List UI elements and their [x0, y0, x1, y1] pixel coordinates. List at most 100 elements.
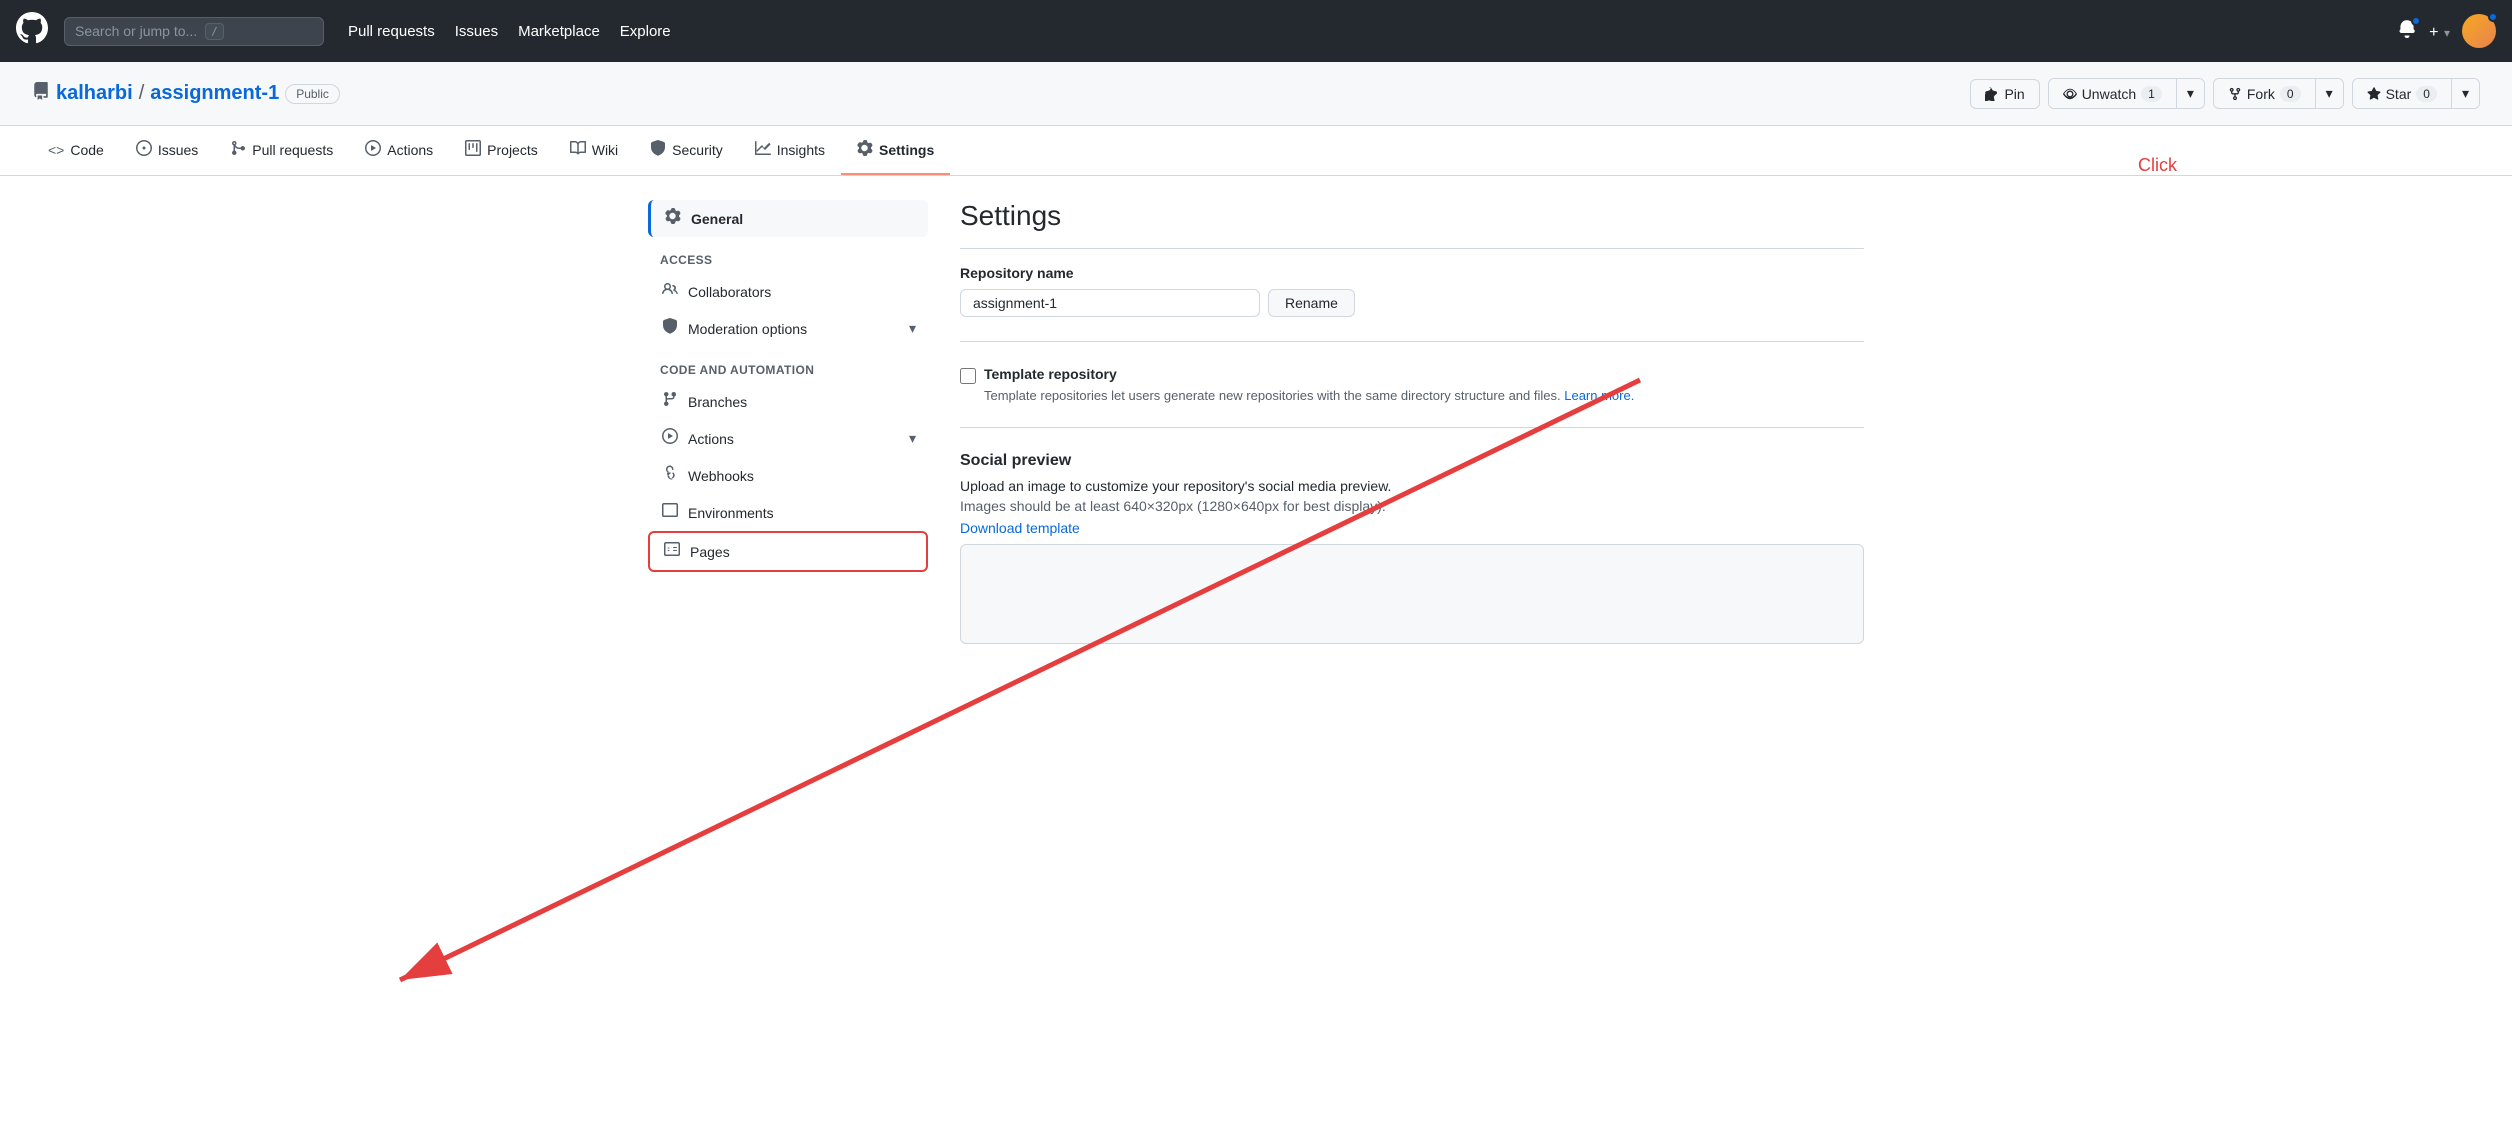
- pages-icon: [662, 541, 682, 562]
- repo-actions: Pin Unwatch 1 ▾ Fork 0: [1970, 78, 2480, 109]
- repo-name-section: Repository name Rename: [960, 265, 1864, 317]
- tab-security[interactable]: Security: [634, 126, 739, 175]
- fork-dropdown[interactable]: ▾: [2315, 79, 2343, 108]
- learn-more-link[interactable]: Learn more.: [1564, 388, 1634, 403]
- repo-icon: [32, 82, 50, 105]
- template-section: Template repository Template repositorie…: [960, 366, 1864, 403]
- pin-label: Pin: [2004, 86, 2024, 102]
- sidebar-item-moderation[interactable]: Moderation options ▾: [648, 310, 928, 347]
- sidebar-item-branches[interactable]: Branches: [648, 383, 928, 420]
- code-section-label: Code and automation: [648, 347, 928, 383]
- insights-icon: [755, 140, 771, 159]
- security-icon: [650, 140, 666, 159]
- divider-1: [960, 341, 1864, 342]
- search-kbd: /: [205, 23, 224, 40]
- social-preview-image-box: [960, 544, 1864, 644]
- unwatch-dropdown[interactable]: ▾: [2176, 79, 2204, 108]
- code-icon: <>: [48, 142, 64, 158]
- tab-wiki-label: Wiki: [592, 142, 618, 158]
- tab-issues[interactable]: Issues: [120, 126, 214, 175]
- template-checkbox-label[interactable]: Template repository: [960, 366, 1864, 384]
- environments-icon: [660, 502, 680, 523]
- collaborators-label: Collaborators: [688, 284, 771, 300]
- social-preview-title: Social preview: [960, 452, 1864, 470]
- download-template-link[interactable]: Download template: [960, 520, 1080, 536]
- tab-wiki[interactable]: Wiki: [554, 126, 634, 175]
- tab-code-label: Code: [70, 142, 103, 158]
- nav-explore[interactable]: Explore: [620, 23, 671, 40]
- sidebar-item-general[interactable]: General: [648, 200, 928, 237]
- tab-security-label: Security: [672, 142, 723, 158]
- unwatch-label: Unwatch: [2082, 86, 2136, 102]
- issues-icon: [136, 140, 152, 159]
- sidebar-item-pages[interactable]: Pages: [648, 531, 928, 572]
- unwatch-button[interactable]: Unwatch 1: [2049, 79, 2176, 108]
- star-button[interactable]: Star 0: [2353, 79, 2451, 108]
- nav-issues[interactable]: Issues: [455, 23, 498, 40]
- collaborators-icon: [660, 281, 680, 302]
- gear-icon: [663, 208, 683, 229]
- tab-settings-label: Settings: [879, 142, 934, 158]
- sidebar-item-actions[interactable]: Actions ▾: [648, 420, 928, 457]
- tab-projects-label: Projects: [487, 142, 538, 158]
- unwatch-group: Unwatch 1 ▾: [2048, 78, 2205, 109]
- sidebar-item-environments[interactable]: Environments: [648, 494, 928, 531]
- notifications-icon[interactable]: [2397, 18, 2417, 44]
- unwatch-count: 1: [2141, 86, 2162, 102]
- tab-settings[interactable]: Settings: [841, 126, 950, 175]
- user-avatar[interactable]: [2462, 14, 2496, 48]
- template-description: Template repositories let users generate…: [984, 388, 1864, 403]
- fork-label: Fork: [2247, 86, 2275, 102]
- repo-owner-link[interactable]: kalharbi: [56, 82, 133, 105]
- new-menu-icon[interactable]: + ▾: [2429, 20, 2450, 43]
- tab-actions[interactable]: Actions: [349, 126, 449, 175]
- repo-breadcrumb: kalharbi / assignment-1 Public: [32, 82, 340, 105]
- repo-tabs: <> Code Issues Pull requests: [0, 126, 2512, 176]
- nav-marketplace[interactable]: Marketplace: [518, 23, 600, 40]
- repo-header: kalharbi / assignment-1 Public Pin Unwat…: [0, 62, 2512, 126]
- nav-pull-requests[interactable]: Pull requests: [348, 23, 435, 40]
- social-preview-sub: Images should be at least 640×320px (128…: [960, 498, 1864, 514]
- search-bar[interactable]: Search or jump to... /: [64, 17, 324, 46]
- sidebar-item-collaborators[interactable]: Collaborators: [648, 273, 928, 310]
- webhooks-icon: [660, 465, 680, 486]
- branches-label: Branches: [688, 394, 747, 410]
- star-dropdown[interactable]: ▾: [2451, 79, 2479, 108]
- fork-button[interactable]: Fork 0: [2214, 79, 2315, 108]
- sidebar: General Access Collaborators Moderation …: [648, 200, 928, 644]
- actions-icon: [365, 140, 381, 159]
- webhooks-label: Webhooks: [688, 468, 754, 484]
- pr-icon: [230, 140, 246, 159]
- repo-sep: /: [139, 82, 145, 105]
- repo-name-label: Repository name: [960, 265, 1864, 281]
- top-nav-links: Pull requests Issues Marketplace Explore: [348, 23, 671, 40]
- rename-button[interactable]: Rename: [1268, 289, 1355, 317]
- environments-label: Environments: [688, 505, 774, 521]
- tab-actions-label: Actions: [387, 142, 433, 158]
- tab-projects[interactable]: Projects: [449, 126, 554, 175]
- divider-2: [960, 427, 1864, 428]
- actions-sidebar-label: Actions: [688, 431, 734, 447]
- moderation-chevron: ▾: [909, 320, 916, 337]
- repo-name-link[interactable]: assignment-1: [150, 82, 279, 105]
- sidebar-general-label: General: [691, 211, 743, 227]
- github-logo-icon[interactable]: [16, 12, 48, 51]
- star-label: Star: [2386, 86, 2412, 102]
- repo-name-input[interactable]: [960, 289, 1260, 317]
- wiki-icon: [570, 140, 586, 159]
- main-content: Settings Repository name Rename Template…: [960, 200, 1864, 644]
- avatar-badge: [2488, 12, 2498, 22]
- sidebar-item-webhooks[interactable]: Webhooks: [648, 457, 928, 494]
- top-nav-right: + ▾: [2397, 14, 2496, 48]
- tab-pull-requests[interactable]: Pull requests: [214, 126, 349, 175]
- template-checkbox[interactable]: [960, 368, 976, 384]
- branches-icon: [660, 391, 680, 412]
- top-navigation: Search or jump to... / Pull requests Iss…: [0, 0, 2512, 62]
- star-group: Star 0 ▾: [2352, 78, 2480, 109]
- template-label: Template repository: [984, 366, 1117, 382]
- pin-button[interactable]: Pin: [1970, 79, 2039, 109]
- tab-code[interactable]: <> Code: [32, 128, 120, 174]
- actions-chevron: ▾: [909, 430, 916, 447]
- tab-insights[interactable]: Insights: [739, 126, 841, 175]
- settings-icon: [857, 140, 873, 159]
